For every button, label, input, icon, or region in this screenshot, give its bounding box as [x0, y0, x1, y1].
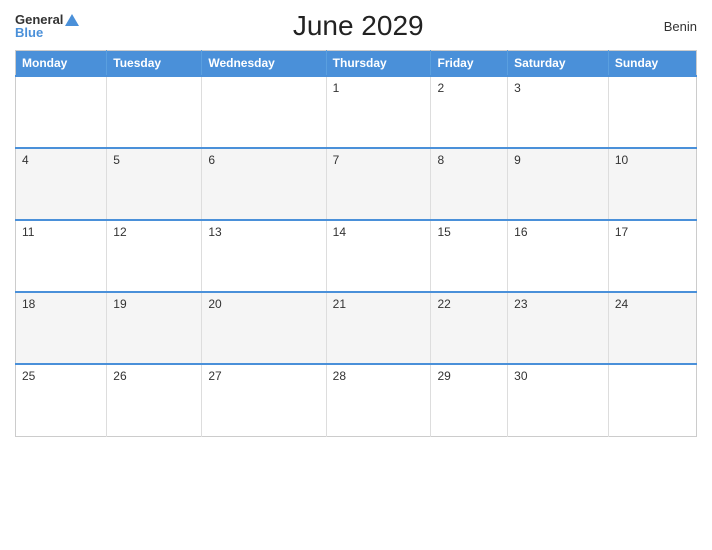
- calendar-day-cell: [202, 76, 326, 148]
- day-number: 21: [333, 297, 346, 311]
- calendar-day-cell: [608, 364, 696, 436]
- country-label: Benin: [637, 19, 697, 34]
- logo-blue-text: Blue: [15, 26, 43, 39]
- calendar-day-cell: 2: [431, 76, 508, 148]
- calendar-day-cell: 15: [431, 220, 508, 292]
- calendar-day-cell: 5: [107, 148, 202, 220]
- header-monday: Monday: [16, 51, 107, 77]
- logo: General Blue: [15, 13, 79, 39]
- calendar-day-cell: 12: [107, 220, 202, 292]
- weekday-header-row: Monday Tuesday Wednesday Thursday Friday…: [16, 51, 697, 77]
- calendar-day-cell: 19: [107, 292, 202, 364]
- calendar-day-cell: [16, 76, 107, 148]
- day-number: 1: [333, 81, 340, 95]
- day-number: 12: [113, 225, 126, 239]
- calendar-day-cell: 13: [202, 220, 326, 292]
- day-number: 14: [333, 225, 346, 239]
- calendar-day-cell: 28: [326, 364, 431, 436]
- header-sunday: Sunday: [608, 51, 696, 77]
- calendar-day-cell: 8: [431, 148, 508, 220]
- day-number: 20: [208, 297, 221, 311]
- day-number: 24: [615, 297, 628, 311]
- calendar-page: General Blue June 2029 Benin Monday Tues…: [0, 0, 712, 550]
- header-wednesday: Wednesday: [202, 51, 326, 77]
- calendar-table: Monday Tuesday Wednesday Thursday Friday…: [15, 50, 697, 437]
- calendar-day-cell: 7: [326, 148, 431, 220]
- calendar-day-cell: 14: [326, 220, 431, 292]
- day-number: 18: [22, 297, 35, 311]
- calendar-day-cell: 4: [16, 148, 107, 220]
- day-number: 8: [437, 153, 444, 167]
- calendar-day-cell: 17: [608, 220, 696, 292]
- header-thursday: Thursday: [326, 51, 431, 77]
- calendar-day-cell: 23: [508, 292, 609, 364]
- day-number: 7: [333, 153, 340, 167]
- calendar-day-cell: 29: [431, 364, 508, 436]
- calendar-day-cell: 21: [326, 292, 431, 364]
- calendar-day-cell: 10: [608, 148, 696, 220]
- calendar-day-cell: 27: [202, 364, 326, 436]
- calendar-week-row: 11 12 13 14 15 16 17: [16, 220, 697, 292]
- day-number: 4: [22, 153, 29, 167]
- calendar-day-cell: 22: [431, 292, 508, 364]
- calendar-day-cell: [608, 76, 696, 148]
- header: General Blue June 2029 Benin: [15, 10, 697, 42]
- calendar-day-cell: 18: [16, 292, 107, 364]
- header-friday: Friday: [431, 51, 508, 77]
- day-number: 5: [113, 153, 120, 167]
- calendar-day-cell: 25: [16, 364, 107, 436]
- day-number: 16: [514, 225, 527, 239]
- day-number: 30: [514, 369, 527, 383]
- calendar-day-cell: 11: [16, 220, 107, 292]
- day-number: 10: [615, 153, 628, 167]
- logo-triangle-icon: [65, 14, 79, 26]
- day-number: 15: [437, 225, 450, 239]
- day-number: 27: [208, 369, 221, 383]
- calendar-title: June 2029: [79, 10, 637, 42]
- day-number: 13: [208, 225, 221, 239]
- calendar-day-cell: 3: [508, 76, 609, 148]
- day-number: 22: [437, 297, 450, 311]
- day-number: 3: [514, 81, 521, 95]
- calendar-day-cell: 6: [202, 148, 326, 220]
- day-number: 26: [113, 369, 126, 383]
- calendar-day-cell: 24: [608, 292, 696, 364]
- calendar-day-cell: 1: [326, 76, 431, 148]
- calendar-day-cell: 16: [508, 220, 609, 292]
- calendar-week-row: 25 26 27 28 29 30: [16, 364, 697, 436]
- day-number: 29: [437, 369, 450, 383]
- day-number: 11: [22, 225, 34, 239]
- day-number: 9: [514, 153, 521, 167]
- calendar-day-cell: [107, 76, 202, 148]
- day-number: 23: [514, 297, 527, 311]
- day-number: 19: [113, 297, 126, 311]
- calendar-day-cell: 9: [508, 148, 609, 220]
- day-number: 28: [333, 369, 346, 383]
- calendar-day-cell: 20: [202, 292, 326, 364]
- day-number: 25: [22, 369, 35, 383]
- header-saturday: Saturday: [508, 51, 609, 77]
- day-number: 17: [615, 225, 628, 239]
- calendar-day-cell: 26: [107, 364, 202, 436]
- day-number: 6: [208, 153, 215, 167]
- calendar-week-row: 4 5 6 7 8 9 10: [16, 148, 697, 220]
- calendar-day-cell: 30: [508, 364, 609, 436]
- day-number: 2: [437, 81, 444, 95]
- header-tuesday: Tuesday: [107, 51, 202, 77]
- calendar-week-row: 1 2 3: [16, 76, 697, 148]
- calendar-week-row: 18 19 20 21 22 23 24: [16, 292, 697, 364]
